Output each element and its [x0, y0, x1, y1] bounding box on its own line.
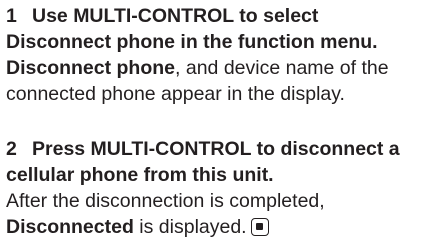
- step-2-heading-line-2: cellular phone from this unit.: [6, 164, 274, 186]
- step-1: 1 Use MULTI-CONTROL to select Disconnect …: [6, 3, 442, 107]
- step-2-body-rest: is displayed.: [133, 216, 247, 238]
- manual-page: 1 Use MULTI-CONTROL to select Disconnect …: [0, 0, 443, 251]
- step-1-heading-line-1: 1 Use MULTI-CONTROL to select: [6, 3, 442, 29]
- step-1-body-line-2: connected phone appear in the display.: [6, 83, 345, 105]
- step-2-heading-text-1: Press MULTI-CONTROL to disconnect a: [32, 138, 400, 160]
- step-2-body-bold: Disconnected: [6, 216, 134, 238]
- step-1-body-bold: Disconnect phone: [6, 57, 176, 79]
- step-2-number: 2: [6, 138, 17, 160]
- step-1-body-rest: , and device name of the: [175, 57, 389, 79]
- end-of-section-icon: [250, 218, 269, 236]
- step-2-body-line-2: Disconnected is displayed.: [6, 214, 442, 240]
- step-2-heading-line-1: 2 Press MULTI-CONTROL to disconnect a: [6, 136, 442, 162]
- step-2-body-line-1: After the disconnection is completed,: [6, 190, 325, 212]
- step-1-number: 1: [6, 5, 17, 27]
- step-2: 2 Press MULTI-CONTROL to disconnect a cel…: [6, 136, 442, 240]
- step-1-heading-text-1: Use MULTI-CONTROL to select: [32, 5, 319, 27]
- step-1-heading-line-2: Disconnect phone in the function menu.: [6, 31, 378, 53]
- step-1-body-line-1: Disconnect phone, and device name of the: [6, 55, 442, 81]
